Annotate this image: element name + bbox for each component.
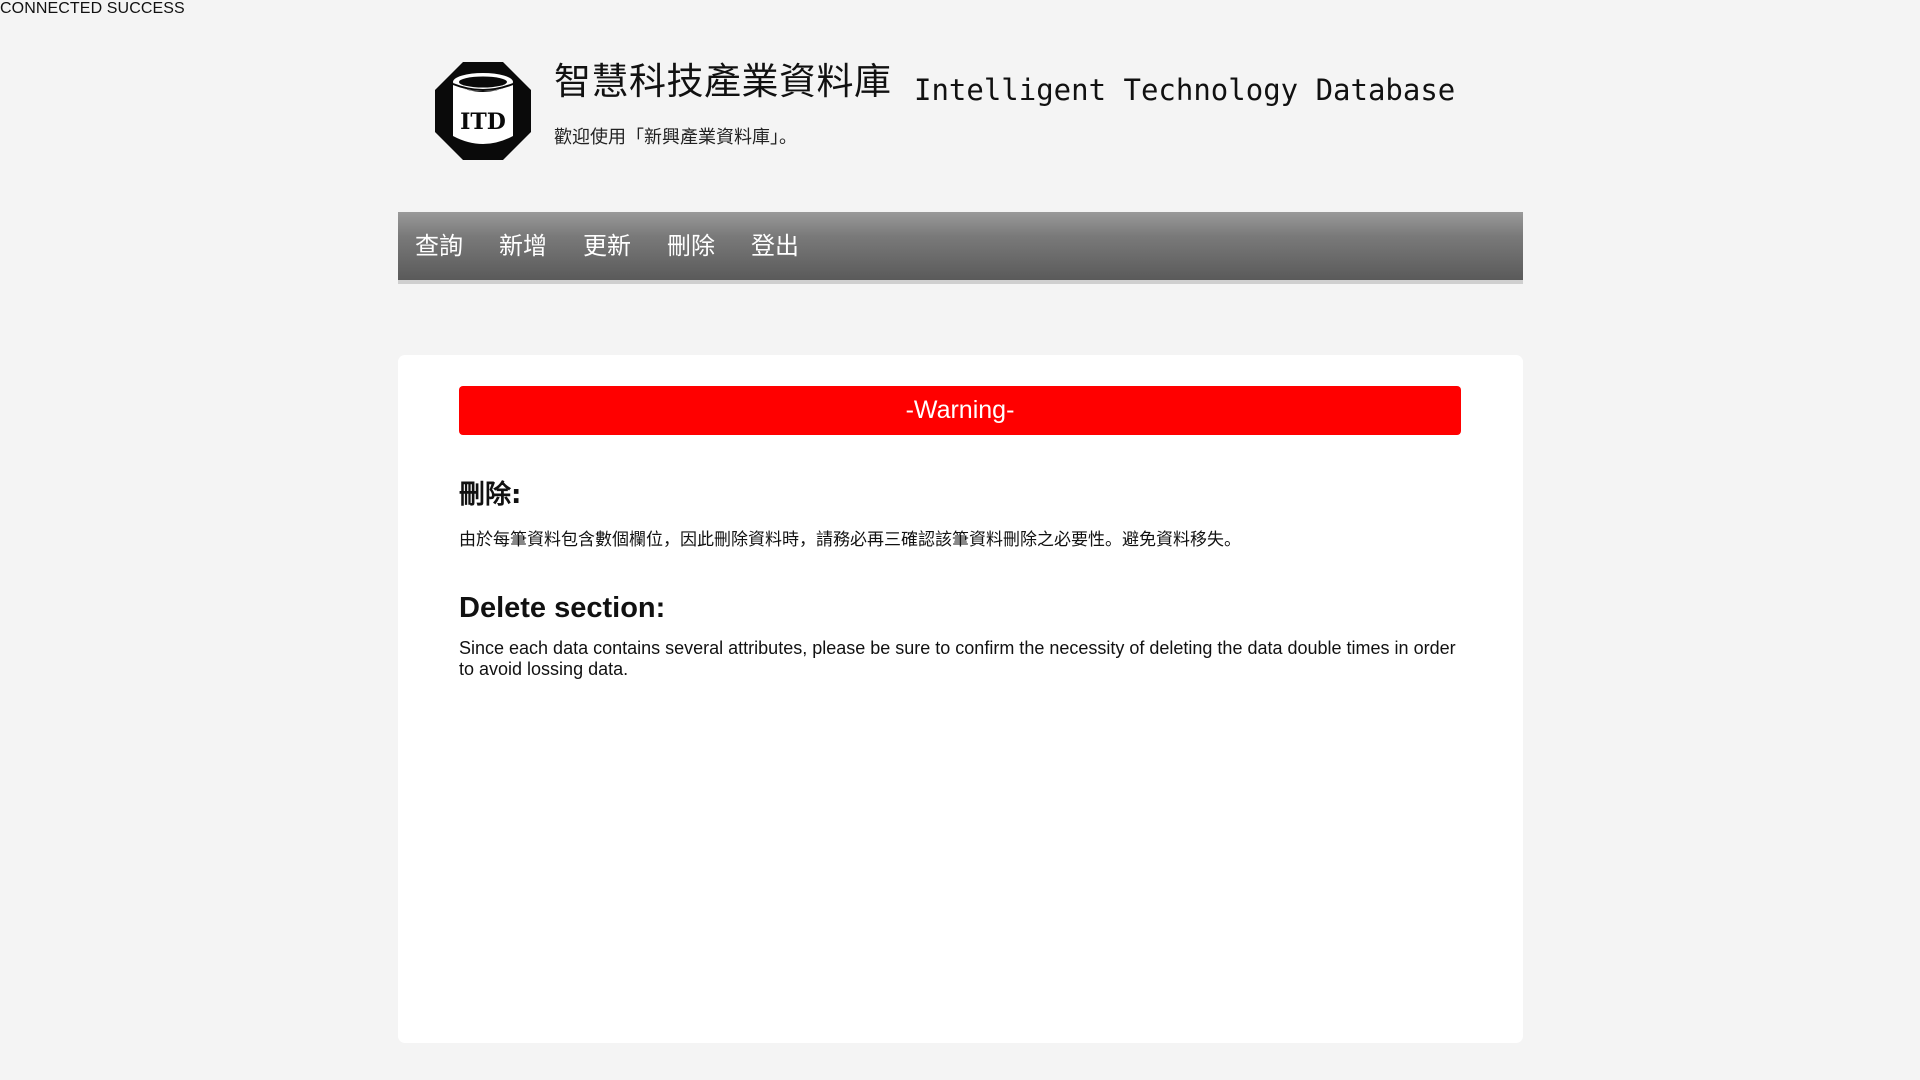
database-logo-icon: ITD	[433, 60, 533, 162]
nav-item-logout[interactable]: 登出	[751, 231, 799, 261]
delete-notice-english: Since each data contains several attribu…	[459, 638, 1456, 679]
warning-banner: -Warning-	[459, 386, 1461, 435]
svg-text:ITD: ITD	[460, 109, 506, 135]
connection-status: CONNECTED SUCCESS	[0, 0, 185, 17]
site-header: ITD 智慧科技產業資料庫 Intelligent Technology Dat…	[433, 60, 1533, 170]
nav-item-update[interactable]: 更新	[583, 231, 631, 261]
site-title-english: Intelligent Technology Database	[914, 73, 1456, 107]
delete-heading-english: Delete section:	[459, 592, 666, 624]
site-title-chinese: 智慧科技產業資料庫	[554, 60, 892, 103]
nav-item-delete[interactable]: 刪除	[667, 231, 715, 261]
nav-item-add[interactable]: 新增	[499, 231, 547, 261]
main-nav-bar: 查詢 新增 更新 刪除 登出	[398, 212, 1523, 284]
delete-notice-chinese: 由於每筆資料包含數個欄位，因此刪除資料時，請務必再三確認該筆資料刪除之必要性。避…	[459, 530, 1241, 550]
content-panel: -Warning- 刪除: 由於每筆資料包含數個欄位，因此刪除資料時，請務必再三…	[398, 355, 1523, 1043]
welcome-message: 歡迎使用「新興產業資料庫」。	[554, 127, 797, 148]
delete-heading-chinese: 刪除:	[459, 480, 522, 510]
nav-item-query[interactable]: 查詢	[415, 231, 463, 261]
